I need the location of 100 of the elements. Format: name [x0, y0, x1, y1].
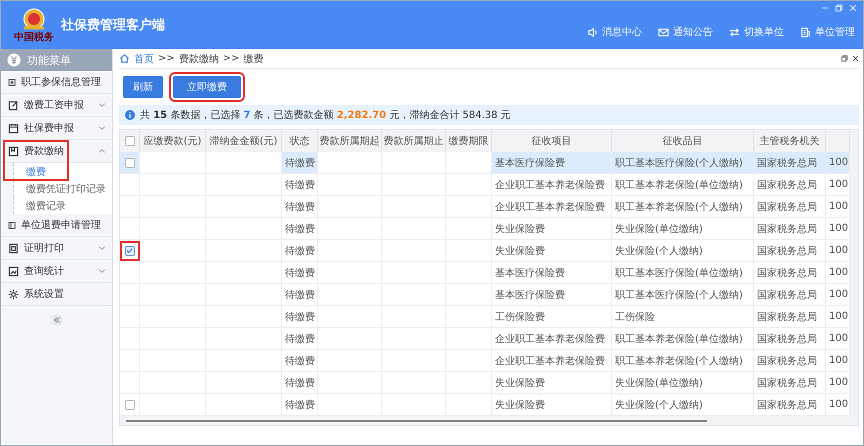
collapse-icon[interactable] — [50, 314, 62, 326]
table-cell: 待缴费 — [282, 372, 318, 394]
table-cell: 国家税务总局 — [754, 350, 826, 372]
summary-text: 共 15 条数据，已选择 7 条，已选费款金额 2,282.70 元，滞纳金合计 584.38 元 — [140, 108, 511, 122]
table-cell — [382, 152, 446, 174]
column-header: 费款所属期起 — [318, 130, 382, 152]
checkbox[interactable] — [124, 246, 134, 256]
table-cell: 失业保险费 — [492, 240, 612, 262]
table-cell: 国家税务总局 — [754, 174, 826, 196]
column-header: 缴费期限 — [446, 130, 492, 152]
table-cell: 100 — [826, 240, 850, 262]
table-cell: 待缴费 — [282, 306, 318, 328]
table-cell: 待缴费 — [282, 174, 318, 196]
table-cell — [446, 152, 492, 174]
table-cell — [446, 174, 492, 196]
toolbar-button[interactable]: 立即缴费 — [173, 76, 241, 98]
table-cell: 100 — [826, 218, 850, 240]
scrollbar-thumb[interactable] — [126, 420, 707, 422]
table-cell: 企业职工基本养老保险费 — [492, 328, 612, 350]
table-cell: 待缴费 — [282, 284, 318, 306]
table-cell — [140, 262, 206, 284]
table-cell: 职工基本医疗保险(个人缴纳) — [612, 284, 754, 306]
table-cell: 100 — [826, 350, 850, 372]
sidebar-subitem[interactable]: 缴费记录 — [13, 197, 112, 214]
table-cell: 国家税务总局 — [754, 306, 826, 328]
breadcrumb-text: 费款缴纳 — [178, 52, 219, 66]
swap-arrows-icon — [729, 26, 740, 38]
table-cell: 待缴费 — [282, 196, 318, 218]
table-cell: 100 — [826, 284, 850, 306]
restore-icon[interactable] — [841, 55, 848, 62]
home-icon — [119, 53, 130, 64]
table-cell: 100 — [826, 372, 850, 394]
table-cell: 国家税务总局 — [754, 240, 826, 262]
table-cell: 国家税务总局 — [754, 284, 826, 306]
table-cell: 待缴费 — [282, 240, 318, 262]
table-cell — [140, 174, 206, 196]
table-cell: 职工基本养老保险(单位缴纳) — [612, 174, 754, 196]
table-cell: 100 — [826, 196, 850, 218]
table-cell: 失业保险(个人缴纳) — [612, 240, 754, 262]
header-nav-link[interactable]: 通知公告 — [658, 25, 713, 39]
checkbox[interactable] — [124, 400, 134, 410]
table-cell: 失业保险(个人缴纳) — [612, 394, 754, 416]
list-icon — [8, 220, 16, 230]
table-cell: 职工基本养老保险(个人缴纳) — [612, 350, 754, 372]
table-cell: 100 — [826, 152, 850, 174]
table-cell: 国家税务总局 — [754, 262, 826, 284]
table-cell — [318, 174, 382, 196]
table-cell: 100 — [826, 262, 850, 284]
table-cell: 工伤保险 — [612, 306, 754, 328]
table-cell — [318, 152, 382, 174]
chart-icon — [8, 266, 19, 276]
table-cell: 失业保险费 — [492, 372, 612, 394]
table-cell: 企业职工基本养老保险费 — [492, 350, 612, 372]
yuan-coin-icon — [7, 53, 21, 67]
table-cell: 国家税务总局 — [754, 394, 826, 416]
envelope-icon — [658, 26, 669, 38]
table-cell: 基本医疗保险费 — [492, 284, 612, 306]
breadcrumb-link[interactable]: 首页 — [134, 52, 154, 66]
table-cell: 待缴费 — [282, 328, 318, 350]
breadcrumb-text: >> — [222, 53, 240, 64]
id-card-icon — [8, 76, 16, 88]
table-cell: 失业保险费 — [492, 218, 612, 240]
checkbox[interactable] — [124, 136, 134, 146]
table-cell: 职工基本医疗保险(个人缴纳) — [612, 152, 754, 174]
table-cell: 100 — [826, 174, 850, 196]
table-cell: 职工基本养老保险(单位缴纳) — [612, 328, 754, 350]
print-icon — [8, 242, 19, 254]
bookmark-icon — [8, 146, 19, 156]
table-cell: 失业保险(单位缴纳) — [612, 372, 754, 394]
table-cell: 待缴费 — [282, 152, 318, 174]
table-cell: 企业职工基本养老保险费 — [492, 196, 612, 218]
building-icon — [800, 26, 811, 38]
table-cell: 待缴费 — [282, 262, 318, 284]
table-cell: 职工基本医疗保险(单位缴纳) — [612, 262, 754, 284]
table-cell: 国家税务总局 — [754, 328, 826, 350]
header-nav-link[interactable]: 单位管理 — [800, 25, 855, 39]
sidebar-title: 功能菜单 — [27, 52, 71, 68]
close-icon[interactable] — [852, 55, 859, 62]
sidebar-subitem[interactable]: 缴费 — [13, 163, 112, 180]
table-cell: 国家税务总局 — [754, 218, 826, 240]
window-title: 社保费管理客户端 — [61, 16, 165, 34]
table-cell: 国家税务总局 — [754, 152, 826, 174]
column-header: 费款所属期止 — [382, 130, 446, 152]
table-cell: 100 — [826, 394, 850, 416]
table-cell: 职工基本养老保险(个人缴纳) — [612, 196, 754, 218]
header-nav-link[interactable]: 切换单位 — [729, 25, 784, 39]
sidebar-subitem[interactable]: 缴费凭证打印记录 — [13, 180, 112, 197]
table-cell: 失业保险(单位缴纳) — [612, 218, 754, 240]
table-cell: 企业职工基本养老保险费 — [492, 174, 612, 196]
table-cell: 100 — [826, 328, 850, 350]
table-cell: 基本医疗保险费 — [492, 152, 612, 174]
logo-caption: 中国税务 — [14, 32, 54, 42]
table-cell: 失业保险费 — [492, 394, 612, 416]
table-cell: 国家税务总局 — [754, 372, 826, 394]
header-nav-link[interactable]: 消息中心 — [587, 25, 642, 39]
checkbox[interactable] — [124, 158, 134, 168]
table-cell: 基本医疗保险费 — [492, 262, 612, 284]
toolbar-button[interactable]: 刷新 — [123, 76, 163, 98]
edit-icon — [8, 100, 19, 110]
breadcrumb-text: 缴费 — [244, 52, 264, 66]
